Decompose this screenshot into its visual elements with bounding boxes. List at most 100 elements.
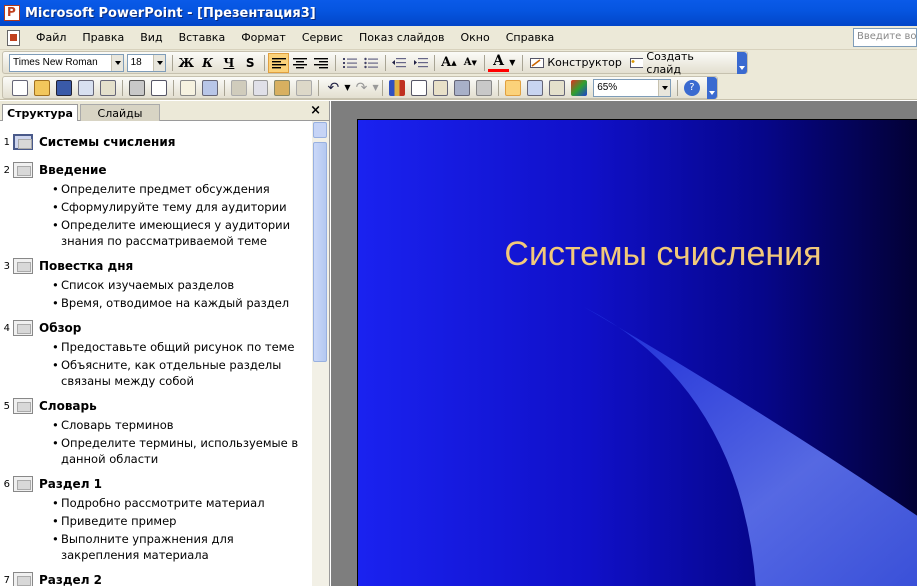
paste-icon[interactable] [274, 79, 291, 96]
copy-icon[interactable] [252, 79, 269, 96]
menu-file[interactable]: Файл [28, 31, 74, 44]
bullet-item[interactable]: Приведите пример [52, 513, 312, 529]
slide-icon[interactable] [13, 476, 33, 492]
bullet-item[interactable]: Предоставьте общий рисунок по теме [52, 339, 312, 355]
outline-slide[interactable]: 6 Раздел 1 Подробно рассмотрите материал… [0, 473, 312, 563]
slide-title[interactable]: Обзор [39, 321, 81, 335]
bullet-item[interactable]: Определите имеющиеся у аудитории знания … [52, 217, 312, 249]
bullet-item[interactable]: Словарь терминов [52, 417, 312, 433]
expand-all-icon[interactable] [505, 79, 522, 96]
undo-icon[interactable]: ↶ [325, 80, 341, 96]
chevron-down-icon[interactable] [657, 79, 670, 96]
italic-button[interactable]: К [197, 53, 218, 73]
insert-hyperlink-icon[interactable] [476, 79, 493, 96]
bullet-item[interactable]: Объясните, как отдельные разделы связаны… [52, 357, 312, 389]
toolbar-options-icon[interactable] [706, 76, 717, 99]
bold-button[interactable]: Ж [176, 53, 197, 73]
chevron-down-icon[interactable] [152, 54, 165, 71]
slide-title[interactable]: Раздел 2 [39, 573, 102, 586]
slide-title[interactable]: Повестка дня [39, 259, 133, 273]
bullet-item[interactable]: Подробно рассмотрите материал [52, 495, 312, 511]
outline-slide[interactable]: 1 Системы счисления [0, 131, 312, 159]
align-right-button[interactable] [311, 53, 332, 73]
shadow-button[interactable]: S [240, 53, 261, 73]
slide-title[interactable]: Словарь [39, 399, 97, 413]
slide-icon[interactable] [13, 398, 33, 414]
help-icon[interactable]: ? [683, 79, 700, 96]
email-icon[interactable] [99, 79, 116, 96]
decrease-font-button[interactable]: A ▼ [460, 53, 481, 73]
insert-chart-icon[interactable] [388, 79, 405, 96]
chevron-down-icon[interactable] [110, 54, 123, 71]
align-center-button[interactable] [289, 53, 310, 73]
slide-title[interactable]: Раздел 1 [39, 477, 102, 491]
scroll-up-button[interactable] [313, 122, 327, 138]
outline-slide[interactable]: 5 Словарь Словарь терминов Определите те… [0, 395, 312, 467]
bullet-item[interactable]: Выполните упражнения для закрепления мат… [52, 531, 312, 563]
close-icon[interactable]: × [310, 103, 321, 118]
font-color-button[interactable]: A [487, 53, 510, 72]
color-grayscale-icon[interactable] [571, 79, 588, 96]
menu-edit[interactable]: Правка [74, 31, 132, 44]
document-icon[interactable] [6, 29, 24, 47]
format-painter-icon[interactable] [296, 79, 313, 96]
toolbar-options-icon[interactable] [737, 51, 748, 74]
zoom-select[interactable]: 65% [593, 78, 671, 97]
print-icon[interactable] [128, 79, 145, 96]
outline-slide[interactable]: 7 Раздел 2 [0, 569, 312, 586]
open-folder-icon[interactable] [33, 79, 50, 96]
research-icon[interactable] [201, 79, 218, 96]
outline-slide[interactable]: 2 Введение Определите предмет обсуждения… [0, 159, 312, 249]
bullet-item[interactable]: Определите термины, используемые в данно… [52, 435, 312, 467]
show-formatting-icon[interactable] [527, 79, 544, 96]
redo-icon[interactable]: ↷ [354, 80, 370, 96]
tab-slides[interactable]: Слайды [80, 104, 160, 121]
design-button[interactable]: Конструктор [526, 53, 625, 73]
menu-insert[interactable]: Вставка [171, 31, 234, 44]
underline-button[interactable]: Ч [218, 53, 239, 73]
tables-borders-icon[interactable] [432, 79, 449, 96]
bullet-item[interactable]: Время, отводимое на каждый раздел [52, 295, 312, 311]
new-slide-button[interactable]: Создать слайд [626, 50, 734, 76]
chevron-down-icon[interactable]: ▼ [372, 83, 378, 92]
save-icon[interactable] [55, 79, 72, 96]
slide-icon[interactable] [13, 320, 33, 336]
scroll-thumb[interactable] [313, 142, 327, 362]
outline-slide[interactable]: 3 Повестка дня Список изучаемых разделов… [0, 255, 312, 311]
menu-slideshow[interactable]: Показ слайдов [351, 31, 453, 44]
slide-icon[interactable] [13, 162, 33, 178]
menu-window[interactable]: Окно [453, 31, 498, 44]
align-left-button[interactable] [267, 52, 290, 73]
spelling-icon[interactable] [179, 79, 196, 96]
outline-slide[interactable]: 4 Обзор Предоставьте общий рисунок по те… [0, 317, 312, 389]
menu-help[interactable]: Справка [498, 31, 562, 44]
slide-icon[interactable] [13, 572, 33, 586]
chevron-down-icon[interactable]: ▼ [344, 83, 350, 92]
font-name-select[interactable]: Times New Roman [9, 53, 124, 72]
slide-title[interactable]: Системы счисления [39, 135, 175, 149]
insert-diagram-icon[interactable] [454, 79, 471, 96]
slide-icon[interactable] [13, 134, 33, 150]
ask-question-input[interactable]: Введите воп [853, 28, 917, 47]
chevron-down-icon[interactable]: ▼ [509, 58, 515, 67]
bullet-item[interactable]: Список изучаемых разделов [52, 277, 312, 293]
slide-icon[interactable] [13, 258, 33, 274]
cut-icon[interactable] [230, 79, 247, 96]
numbering-button[interactable] [339, 53, 360, 73]
show-grid-icon[interactable] [549, 79, 566, 96]
font-size-select[interactable]: 18 [126, 53, 166, 72]
slide-canvas[interactable]: Системы счисления [357, 119, 917, 586]
slide-title[interactable]: Введение [39, 163, 107, 177]
increase-indent-button[interactable] [410, 53, 431, 73]
slide-title-placeholder[interactable]: Системы счисления [358, 235, 917, 274]
menu-format[interactable]: Формат [233, 31, 294, 44]
vertical-scrollbar[interactable] [312, 121, 329, 586]
permission-icon[interactable] [77, 79, 94, 96]
bullet-item[interactable]: Определите предмет обсуждения [52, 181, 312, 197]
tab-structure[interactable]: Структура [2, 104, 78, 121]
decrease-indent-button[interactable] [389, 53, 410, 73]
menu-tools[interactable]: Сервис [294, 31, 351, 44]
new-document-icon[interactable] [12, 79, 28, 96]
bullet-item[interactable]: Сформулируйте тему для аудитории [52, 199, 312, 215]
menu-view[interactable]: Вид [132, 31, 170, 44]
